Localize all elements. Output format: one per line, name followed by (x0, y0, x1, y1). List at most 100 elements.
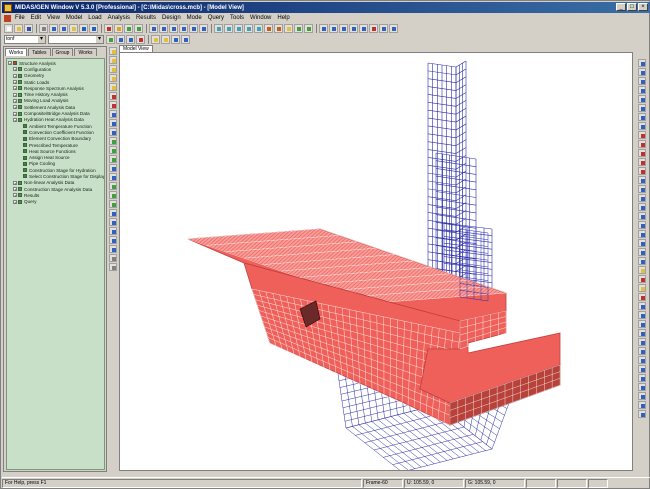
menu-help[interactable]: Help (277, 15, 289, 21)
divide-tool-icon[interactable] (108, 101, 117, 109)
menu-tools[interactable]: Tools (230, 15, 244, 21)
element-tool-icon[interactable] (108, 56, 117, 64)
mirror-tool-icon[interactable] (108, 119, 117, 127)
line-tool-icon[interactable] (108, 164, 117, 172)
render-icon[interactable] (294, 24, 303, 33)
undo-icon[interactable] (79, 24, 88, 33)
display-light-icon[interactable] (637, 266, 646, 274)
pan-icon[interactable] (189, 24, 198, 33)
expand-toggle-icon[interactable]: + (13, 92, 17, 97)
arc-tool-icon[interactable] (108, 173, 117, 181)
display-dialog-icon[interactable] (637, 401, 646, 409)
side-view-icon[interactable] (244, 24, 253, 33)
close-button[interactable]: × (638, 3, 648, 11)
node-icon[interactable] (106, 35, 115, 44)
plate-tool-icon[interactable] (108, 146, 117, 154)
display-shade-icon[interactable] (637, 293, 646, 301)
zoom-out-icon[interactable] (179, 24, 188, 33)
menu-analysis[interactable]: Analysis (108, 15, 130, 21)
analysis-tree[interactable]: + Structure Analysis + Configuration + Geomet… (6, 58, 105, 470)
menu-model[interactable]: Model (66, 15, 82, 21)
expand-toggle-icon[interactable]: + (13, 80, 17, 85)
copy-icon[interactable] (59, 24, 68, 33)
display-section-icon[interactable] (637, 86, 646, 94)
display-face-icon[interactable] (637, 320, 646, 328)
display-table-icon[interactable] (637, 221, 646, 229)
offset-tool-icon[interactable] (108, 236, 117, 244)
shrink-icon[interactable] (274, 24, 283, 33)
display-initial-icon[interactable] (637, 365, 646, 373)
preprocess-icon[interactable] (124, 24, 133, 33)
redo-icon[interactable] (89, 24, 98, 33)
display-origin-icon[interactable] (637, 338, 646, 346)
display-number-icon[interactable] (637, 77, 646, 85)
expand-toggle-icon[interactable]: + (13, 187, 17, 192)
expand-toggle-icon[interactable]: + (13, 67, 17, 72)
select-polygon-icon[interactable] (339, 24, 348, 33)
move-tool-icon[interactable] (108, 74, 117, 82)
display-end-icon[interactable] (637, 410, 646, 418)
rotate-tool-icon[interactable] (108, 128, 117, 136)
new-file-icon[interactable] (4, 24, 13, 33)
expand-toggle-icon[interactable]: + (13, 98, 17, 103)
display-stress-icon[interactable] (637, 158, 646, 166)
display-text-icon[interactable] (637, 230, 646, 238)
display-node-icon[interactable] (637, 59, 646, 67)
expand-toggle-icon[interactable]: + (13, 111, 17, 116)
select-window-icon[interactable] (329, 24, 338, 33)
cylinder-tool-icon[interactable] (108, 191, 117, 199)
display-heat-icon[interactable] (637, 194, 646, 202)
menu-view[interactable]: View (47, 15, 60, 21)
display-wire-icon[interactable] (637, 302, 646, 310)
run-analysis-icon[interactable] (104, 24, 113, 33)
boundary-icon[interactable] (126, 35, 135, 44)
zoom-window-icon[interactable] (159, 24, 168, 33)
select-icon[interactable] (319, 24, 328, 33)
element-icon[interactable] (116, 35, 125, 44)
unit-combo[interactable]: tonf (4, 35, 46, 44)
copy-tool-icon[interactable] (108, 65, 117, 73)
cut-icon[interactable] (49, 24, 58, 33)
display-material-icon[interactable] (637, 95, 646, 103)
menu-load[interactable]: Load (88, 15, 101, 21)
delete-tool-icon[interactable] (108, 92, 117, 100)
release-tool-icon[interactable] (108, 227, 117, 235)
expand-toggle-icon[interactable]: + (13, 73, 17, 78)
display-next-icon[interactable] (637, 383, 646, 391)
front-view-icon[interactable] (234, 24, 243, 33)
solid-tool-icon[interactable] (108, 155, 117, 163)
display-animation-icon[interactable] (637, 185, 646, 193)
top-view-icon[interactable] (224, 24, 233, 33)
expand-toggle-icon[interactable]: + (13, 199, 17, 204)
display-boundary-icon[interactable] (637, 113, 646, 121)
merge-tool-icon[interactable] (108, 110, 117, 118)
select-plane-icon[interactable] (359, 24, 368, 33)
lock-icon[interactable] (114, 24, 123, 33)
document-icon[interactable] (4, 14, 11, 22)
inactivate-icon[interactable] (389, 24, 398, 33)
display-element-icon[interactable] (637, 68, 646, 76)
display-graph-icon[interactable] (637, 212, 646, 220)
tree-item[interactable]: + Query (7, 199, 104, 205)
menu-file[interactable]: File (15, 15, 25, 21)
expand-toggle-icon[interactable]: + (8, 61, 12, 66)
support-tool-icon[interactable] (108, 200, 117, 208)
display-hidden-icon[interactable] (637, 275, 646, 283)
save-icon[interactable] (24, 24, 33, 33)
expand-toggle-icon[interactable]: + (13, 105, 17, 110)
sphere-tool-icon[interactable] (108, 182, 117, 190)
display-reaction-icon[interactable] (637, 131, 646, 139)
spring-tool-icon[interactable] (108, 209, 117, 217)
select-intersect-icon[interactable] (349, 24, 358, 33)
mesh-tool-icon[interactable] (108, 137, 117, 145)
menu-query[interactable]: Query (208, 15, 224, 21)
menu-design[interactable]: Design (162, 15, 181, 21)
expand-toggle-icon[interactable]: + (13, 193, 17, 198)
rotate-icon[interactable] (199, 24, 208, 33)
node-tool-icon[interactable] (108, 47, 117, 55)
light-icon[interactable] (304, 24, 313, 33)
display-refresh-icon[interactable] (637, 347, 646, 355)
hidden-icon[interactable] (264, 24, 273, 33)
expand-toggle-icon[interactable]: + (13, 180, 17, 185)
tab-works[interactable]: Works (5, 48, 28, 56)
